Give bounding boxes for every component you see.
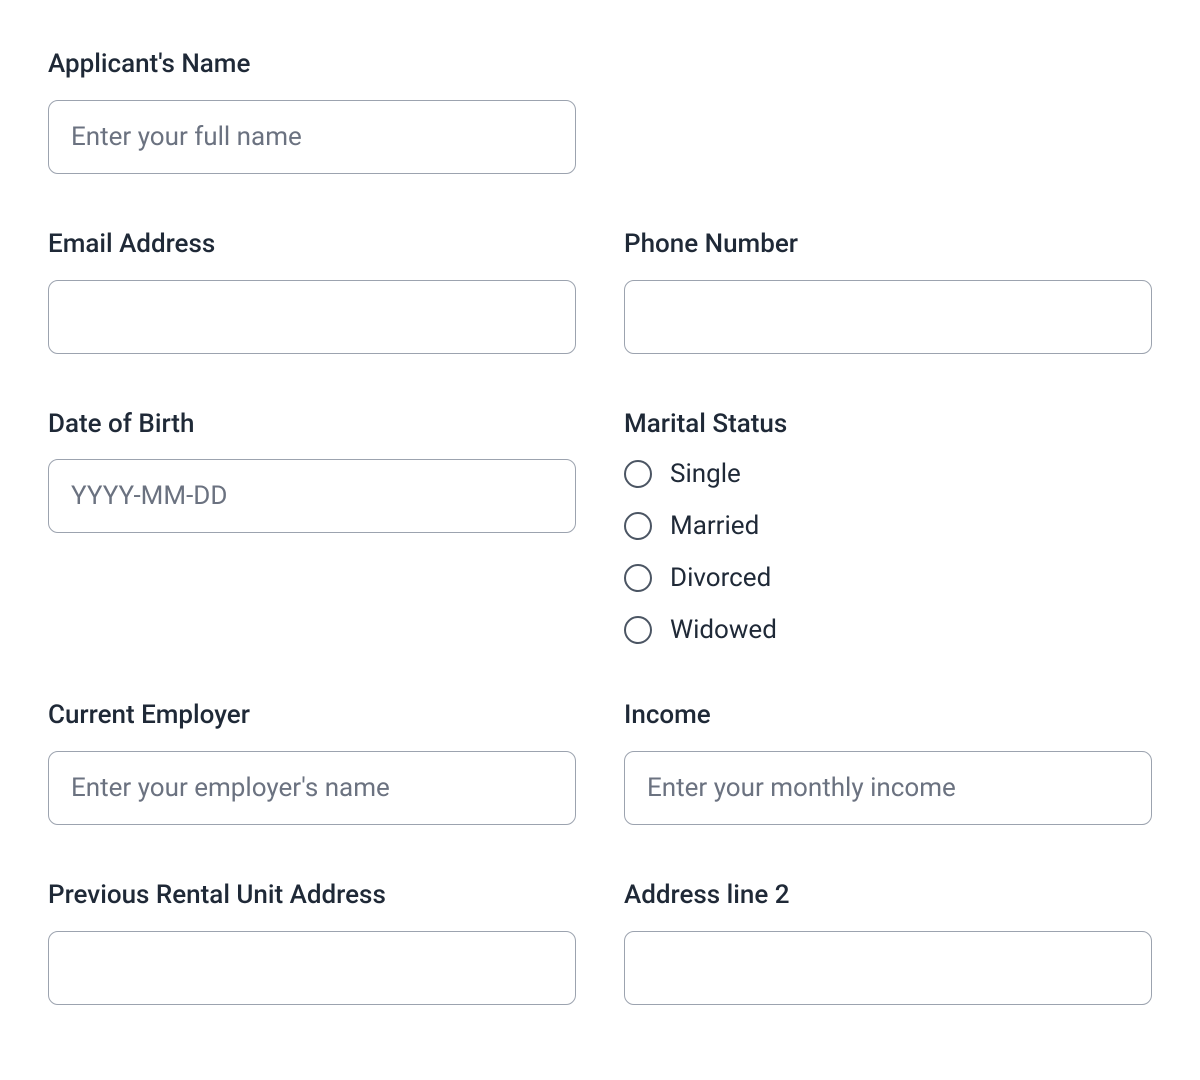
input-name[interactable] [48,100,576,174]
radio-label-widowed: Widowed [670,615,777,645]
input-prev-address[interactable] [48,931,576,1005]
row-employment: Current Employer Income [48,699,1152,825]
field-group-prev-address: Previous Rental Unit Address [48,879,576,1005]
input-phone[interactable] [624,280,1152,354]
radio-circle-icon [624,564,652,592]
label-dob: Date of Birth [48,408,576,442]
label-prev-address: Previous Rental Unit Address [48,879,576,913]
radio-label-married: Married [670,511,759,541]
field-group-marital-status: Marital Status Single Married Divorced W… [624,408,1152,646]
radio-label-single: Single [670,459,741,489]
radio-item-divorced[interactable]: Divorced [624,563,1152,593]
radio-circle-icon [624,512,652,540]
radio-circle-icon [624,460,652,488]
input-income[interactable] [624,751,1152,825]
field-group-address-line-2: Address line 2 [624,879,1152,1005]
label-marital-status: Marital Status [624,408,1152,442]
label-address-line-2: Address line 2 [624,879,1152,913]
input-dob[interactable] [48,459,576,533]
label-email: Email Address [48,228,576,262]
input-email[interactable] [48,280,576,354]
input-employer[interactable] [48,751,576,825]
row-address: Previous Rental Unit Address Address lin… [48,879,1152,1005]
radio-circle-icon [624,616,652,644]
application-form: Applicant's Name Email Address Phone Num… [48,48,1152,1005]
label-income: Income [624,699,1152,733]
radio-group-marital-status: Single Married Divorced Widowed [624,459,1152,645]
field-group-phone: Phone Number [624,228,1152,354]
row-personal: Date of Birth Marital Status Single Marr… [48,408,1152,646]
radio-item-married[interactable]: Married [624,511,1152,541]
field-group-employer: Current Employer [48,699,576,825]
field-group-email: Email Address [48,228,576,354]
radio-item-single[interactable]: Single [624,459,1152,489]
row-name: Applicant's Name [48,48,1152,174]
field-group-income: Income [624,699,1152,825]
input-address-line-2[interactable] [624,931,1152,1005]
field-group-dob: Date of Birth [48,408,576,534]
field-group-name: Applicant's Name [48,48,576,174]
label-name: Applicant's Name [48,48,576,82]
radio-item-widowed[interactable]: Widowed [624,615,1152,645]
label-employer: Current Employer [48,699,576,733]
radio-label-divorced: Divorced [670,563,771,593]
row-contact: Email Address Phone Number [48,228,1152,354]
label-phone: Phone Number [624,228,1152,262]
